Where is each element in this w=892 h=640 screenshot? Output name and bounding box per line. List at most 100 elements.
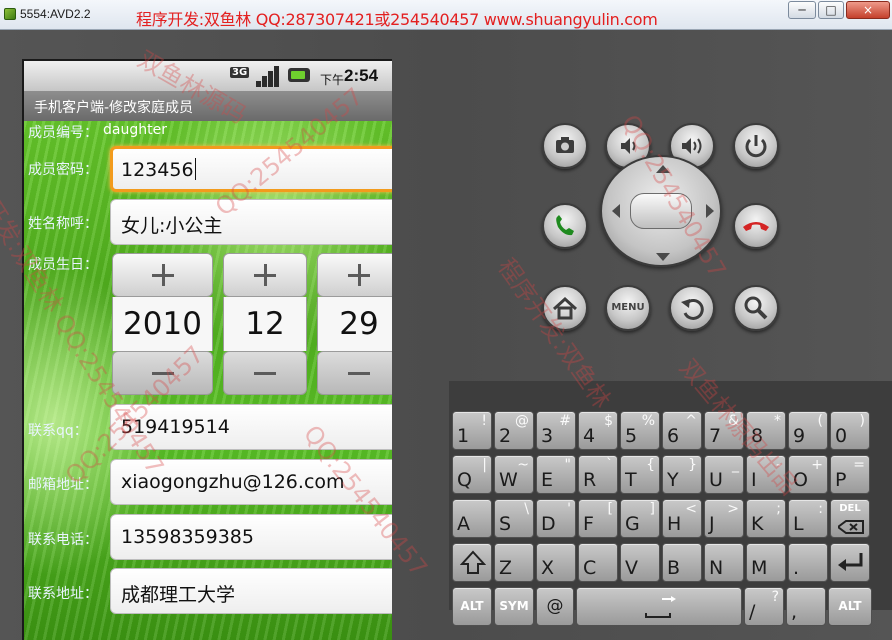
key-a[interactable]: A (452, 499, 492, 538)
key-4[interactable]: 4 $ (578, 411, 618, 450)
key-e[interactable]: E " (536, 455, 576, 494)
key-main-label: O (793, 469, 808, 491)
key-main-label: , (791, 601, 798, 623)
key-b[interactable]: B (662, 543, 702, 582)
delete-key[interactable]: DEL (830, 499, 870, 538)
power-button[interactable] (733, 123, 779, 169)
key-g[interactable]: G] (620, 499, 660, 538)
key-alt-label: < (685, 501, 697, 517)
day-value[interactable]: 29 (317, 297, 392, 351)
search-icon (744, 296, 768, 320)
qq-field[interactable]: 519419514 (110, 404, 392, 450)
comma-key[interactable]: , (786, 587, 826, 626)
alt-key-right[interactable]: ALT (828, 587, 872, 626)
day-decrement-button[interactable] (317, 351, 392, 395)
dpad-up-icon (656, 165, 670, 173)
key-main-label: 1 (457, 425, 470, 447)
key-p[interactable]: P = (830, 455, 870, 494)
key-c[interactable]: C (578, 543, 618, 582)
camera-button[interactable] (542, 123, 588, 169)
minimize-button[interactable]: ─ (788, 1, 816, 19)
close-button[interactable]: × (846, 1, 890, 19)
key-h[interactable]: H < (662, 499, 702, 538)
key-n[interactable]: N (704, 543, 744, 582)
key-k[interactable]: K; (746, 499, 786, 538)
status-ampm: 下午 (320, 73, 345, 87)
at-key-label: @ (546, 596, 564, 616)
alt-key-left-label: ALT (460, 599, 484, 613)
key-v[interactable]: V (620, 543, 660, 582)
minus-icon (348, 372, 370, 375)
sym-key[interactable]: SYM (494, 587, 534, 626)
day-increment-button[interactable] (317, 253, 392, 297)
year-value[interactable]: 2010 (112, 297, 213, 351)
end-call-button[interactable] (733, 203, 779, 249)
key-x[interactable]: X (536, 543, 576, 582)
key-m[interactable]: M (746, 543, 786, 582)
email-field[interactable]: xiaogongzhu@126.com (110, 459, 392, 505)
enter-key[interactable] (830, 543, 870, 582)
at-key[interactable]: @ (536, 587, 574, 626)
camera-icon (556, 137, 574, 153)
key-9[interactable]: 9( (788, 411, 828, 450)
key-5[interactable]: 5% (620, 411, 660, 450)
key-u[interactable]: U _ (704, 455, 744, 494)
slash-key[interactable]: /? (744, 587, 784, 626)
key-o[interactable]: O + (788, 455, 828, 494)
key-6[interactable]: 6 ^ (662, 411, 702, 450)
key-s[interactable]: S \ (494, 499, 534, 538)
key-j[interactable]: J > (704, 499, 744, 538)
year-increment-button[interactable] (112, 253, 213, 297)
back-button[interactable] (669, 285, 715, 331)
key-d[interactable]: D ' (536, 499, 576, 538)
name-field[interactable]: 女儿:小公主 (110, 199, 392, 245)
menu-button[interactable]: MENU (605, 285, 651, 331)
key-y[interactable]: Y} (662, 455, 702, 494)
key-i[interactable]: I- (746, 455, 786, 494)
key-1[interactable]: 1! (452, 411, 492, 450)
key-main-label: K (751, 513, 764, 535)
key-main-label: P (835, 469, 847, 491)
key-0[interactable]: 0) (830, 411, 870, 450)
edit-member-form: 成员编号： daughter 成员密码： 123456 姓名称呼： 女儿:小公主… (24, 121, 392, 640)
key-main-label: Q (457, 469, 472, 491)
month-value[interactable]: 12 (223, 297, 307, 351)
key-3[interactable]: 3 # (536, 411, 576, 450)
year-decrement-button[interactable] (112, 351, 213, 395)
key-period[interactable]: . (788, 543, 828, 582)
call-button[interactable] (542, 203, 588, 249)
key-main-label: 2 (499, 425, 512, 447)
search-button[interactable] (733, 285, 779, 331)
key-7[interactable]: 7 & (704, 411, 744, 450)
network-3g-icon: 3G (230, 67, 250, 78)
key-main-label: E (541, 469, 554, 491)
key-main-label: T (625, 469, 637, 491)
alt-key-left[interactable]: ALT (452, 587, 492, 626)
key-z[interactable]: Z (494, 543, 534, 582)
address-field[interactable]: 成都理工大学 (110, 568, 392, 614)
key-alt-label: ( (817, 413, 823, 429)
phone-field[interactable]: 13598359385 (110, 514, 392, 560)
key-w[interactable]: W ~ (494, 455, 534, 494)
key-alt-label: } (688, 457, 697, 473)
key-f[interactable]: F[ (578, 499, 618, 538)
key-t[interactable]: T{ (620, 455, 660, 494)
month-decrement-button[interactable] (223, 351, 307, 395)
key-8[interactable]: 8 * (746, 411, 786, 450)
key-alt-label: ` (606, 457, 613, 473)
month-increment-button[interactable] (223, 253, 307, 297)
key-main-label: U (709, 469, 723, 491)
password-field[interactable]: 123456 (110, 146, 392, 192)
signal-icon (256, 65, 282, 87)
key-r[interactable]: R ` (578, 455, 618, 494)
key-q[interactable]: Q | (452, 455, 492, 494)
member-id-value: daughter (103, 122, 167, 138)
shift-key[interactable] (452, 543, 492, 582)
key-l[interactable]: L: (788, 499, 828, 538)
key-main-label: M (751, 557, 768, 579)
home-button[interactable] (542, 285, 588, 331)
key-2[interactable]: 2 @ (494, 411, 534, 450)
call-icon (556, 215, 574, 236)
space-key[interactable] (576, 587, 742, 626)
maximize-button[interactable]: □ (818, 1, 844, 19)
